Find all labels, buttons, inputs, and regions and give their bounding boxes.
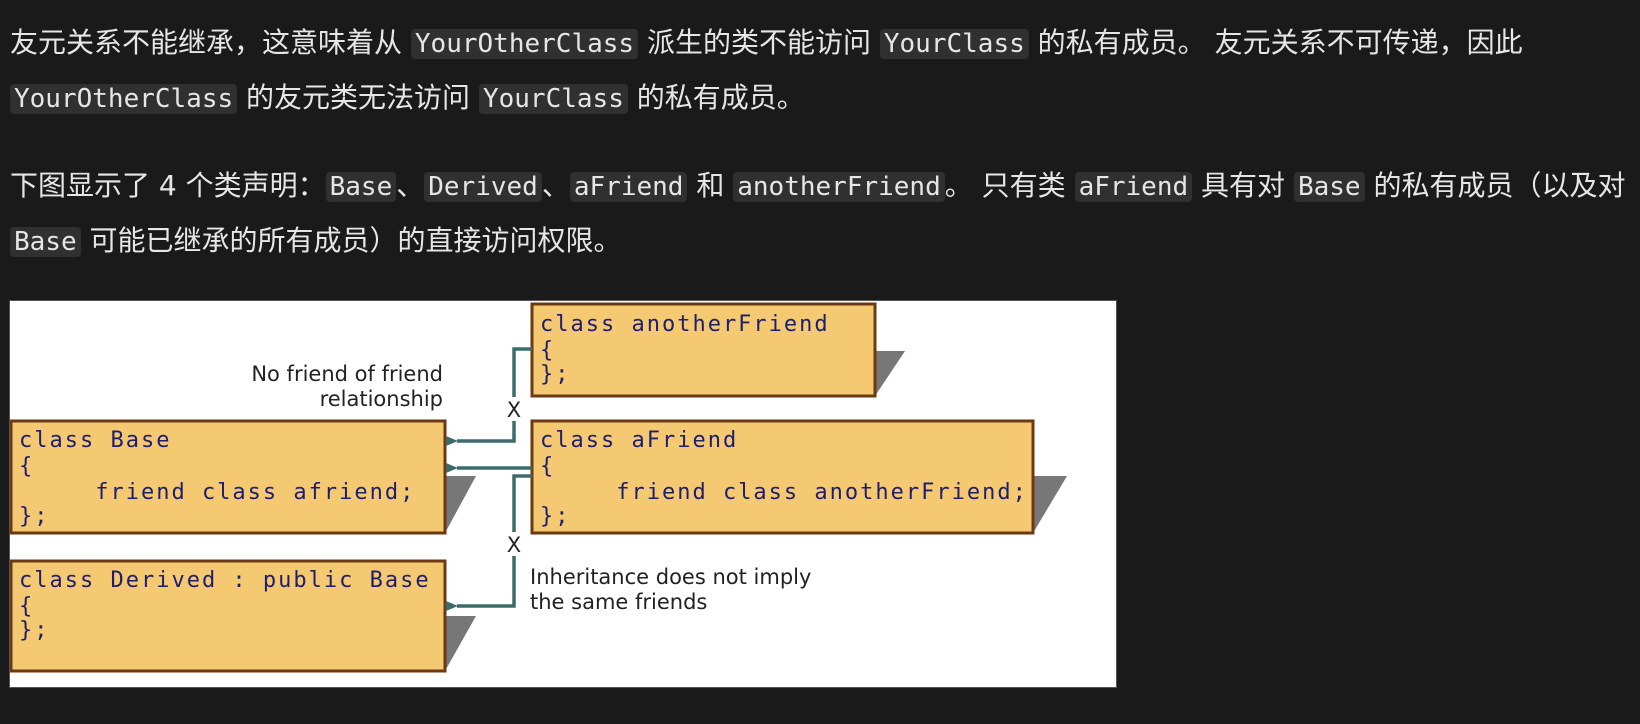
x-mark-icon: X xyxy=(507,398,521,422)
code-line: }; xyxy=(19,504,50,529)
note-inheritance: the same friends xyxy=(530,590,707,614)
class-derived-box: class Derived : public Base { }; xyxy=(10,559,447,673)
class-a-friend-box: class aFriend { friend class anotherFrie… xyxy=(530,419,1035,535)
class-base-box: class Base { friend class afriend; }; xyxy=(10,419,447,535)
text: 的友元类无法访问 xyxy=(237,81,479,114)
code-line: { xyxy=(19,594,34,619)
diagram-svg: class anotherFriend { }; class Base { fr… xyxy=(10,302,1067,673)
code-line: class anotherFriend xyxy=(540,312,830,337)
text: 友元关系不能继承，这意味着从 xyxy=(10,26,411,59)
text: 和 xyxy=(687,169,734,202)
text: 、 xyxy=(541,169,570,202)
inline-code: aFriend xyxy=(569,172,688,202)
code-line: class Derived : public Base xyxy=(19,568,431,593)
inline-code: Derived xyxy=(424,172,542,202)
code-line: class aFriend xyxy=(540,428,738,453)
code-line: class Base xyxy=(19,428,171,453)
inline-code: YourClass xyxy=(478,84,628,114)
inline-code: anotherFriend xyxy=(733,172,945,202)
inline-code: Base xyxy=(325,172,397,202)
note-no-friend-of-friend: relationship xyxy=(320,387,443,411)
text: 。 只有类 xyxy=(944,169,1075,202)
note-inheritance: Inheritance does not imply xyxy=(530,565,811,589)
text: 下图显示了 4 个类声明： xyxy=(10,169,326,202)
friend-relationship-diagram: class anotherFriend { }; class Base { fr… xyxy=(9,300,1117,688)
code-line: friend class anotherFriend; xyxy=(540,480,1028,505)
document-page: 友元关系不能继承，这意味着从 YourOtherClass 派生的类不能访问 Y… xyxy=(0,0,1640,724)
text: 的私有成员（以及对 xyxy=(1364,169,1626,202)
inline-code: Base xyxy=(10,227,81,257)
box-shadow xyxy=(875,351,905,396)
code-line: }; xyxy=(540,362,571,387)
paragraph-friend-inheritance: 友元关系不能继承，这意味着从 YourOtherClass 派生的类不能访问 Y… xyxy=(10,16,1635,126)
text: 、 xyxy=(396,169,425,202)
inline-code: YourClass xyxy=(879,29,1029,59)
text: 具有对 xyxy=(1192,169,1294,202)
text: 派生的类不能访问 xyxy=(638,26,880,59)
note-no-friend-of-friend: No friend of friend xyxy=(251,362,443,386)
code-line: { xyxy=(540,454,555,479)
code-line: { xyxy=(540,338,555,363)
code-line: friend class afriend; xyxy=(19,480,415,505)
text: 的私有成员。 友元关系不可传递，因此 xyxy=(1028,26,1523,59)
text: 的私有成员。 xyxy=(627,81,805,114)
inline-code: YourOtherClass xyxy=(410,29,639,59)
inline-code: aFriend xyxy=(1074,172,1193,202)
x-mark-icon: X xyxy=(507,533,521,557)
arrow-another-friend-to-base xyxy=(446,347,532,446)
paragraph-class-declarations: 下图显示了 4 个类声明： Base、 Derived、 aFriend 和 anot… xyxy=(10,159,1635,269)
code-line: { xyxy=(19,454,34,479)
code-line: }; xyxy=(19,618,50,643)
class-another-friend-box: class anotherFriend { }; xyxy=(530,302,877,398)
text: 可能已继承的所有成员）的直接访问权限。 xyxy=(80,224,622,257)
code-line: }; xyxy=(540,504,571,529)
inline-code: Base xyxy=(1293,172,1365,202)
box-shadow xyxy=(445,616,476,671)
inline-code: YourOtherClass xyxy=(10,84,238,114)
